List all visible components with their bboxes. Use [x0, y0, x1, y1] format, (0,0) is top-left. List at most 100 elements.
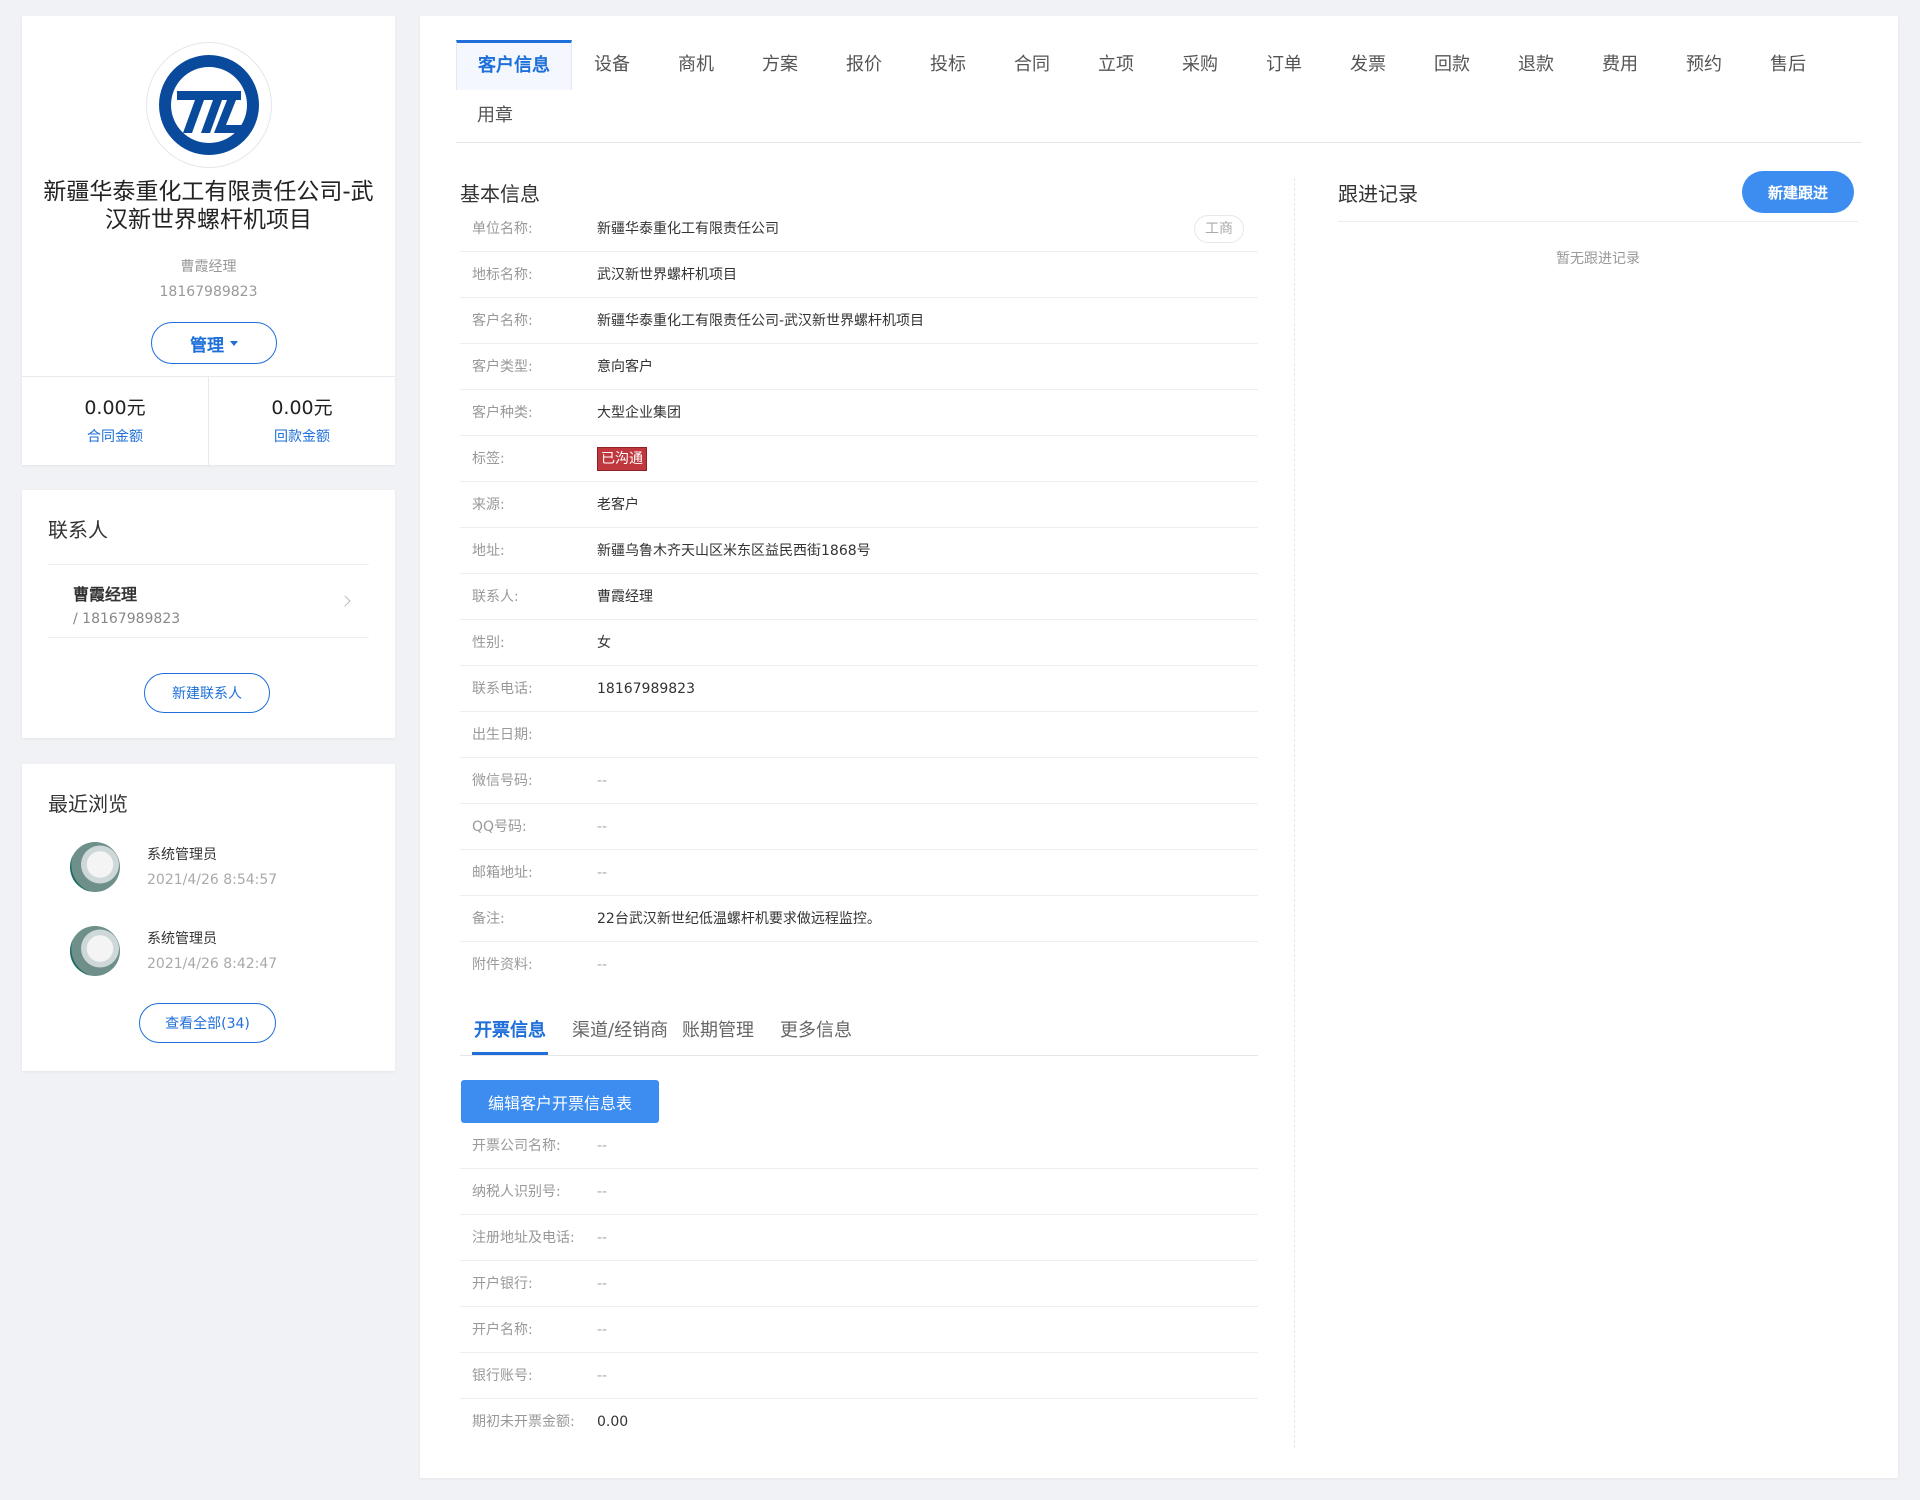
info-label: 单位名称:: [472, 221, 533, 237]
follow-up-title: 跟进记录: [1338, 182, 1418, 206]
info-value: 意向客户: [597, 359, 653, 375]
info-label: 备注:: [472, 911, 505, 927]
info-label: 联系电话:: [472, 681, 533, 697]
info-value: 大型企业集团: [597, 405, 681, 421]
tab-equipment[interactable]: 设备: [573, 40, 651, 90]
recent-user-name: 系统管理员: [147, 931, 217, 947]
follow-up-divider: [1338, 221, 1858, 222]
customer-profile-card: 新疆华泰重化工有限责任公司-武汉新世界螺杆机项目 曹霞经理 1816798982…: [22, 16, 395, 465]
info-row: 联系人: 曹霞经理: [460, 574, 1258, 620]
info-value: 老客户: [597, 497, 639, 513]
info-row: 单位名称: 新疆华泰重化工有限责任公司 工商: [460, 206, 1258, 252]
tab-bid[interactable]: 投标: [909, 40, 987, 90]
tab-expense[interactable]: 费用: [1581, 40, 1659, 90]
recent-title: 最近浏览: [48, 792, 128, 816]
info-label: 地址:: [472, 543, 505, 559]
info-row: 出生日期:: [460, 712, 1258, 758]
tab-payment[interactable]: 回款: [1413, 40, 1491, 90]
manage-dropdown-button[interactable]: 管理: [151, 322, 277, 364]
info-value: --: [597, 957, 608, 973]
tab-solution[interactable]: 方案: [741, 40, 819, 90]
info-row: 附件资料: --: [460, 942, 1258, 988]
subtab-channel-dealer[interactable]: 渠道/经销商: [572, 1010, 668, 1052]
info-label: 开户名称:: [472, 1322, 533, 1338]
info-row: 性别: 女: [460, 620, 1258, 666]
info-row: 纳税人识别号: --: [460, 1169, 1258, 1215]
avatar: [70, 842, 120, 892]
info-row: 开票公司名称: --: [460, 1123, 1258, 1169]
info-value: 18167989823: [597, 681, 695, 697]
business-registry-tag[interactable]: 工商: [1194, 215, 1244, 243]
info-row: 客户类型: 意向客户: [460, 344, 1258, 390]
payment-amount-label[interactable]: 回款金额: [209, 426, 395, 446]
caret-down-icon: [230, 340, 238, 346]
info-value: --: [597, 1322, 608, 1338]
amount-stats: 0.00元 合同金额 0.00元 回款金额: [22, 376, 395, 465]
info-label: 客户类型:: [472, 359, 533, 375]
info-row: 联系电话: 18167989823: [460, 666, 1258, 712]
contract-amount-label[interactable]: 合同金额: [22, 426, 208, 446]
recent-views-card: 最近浏览 系统管理员 2021/4/26 8:54:57 系统管理员 2021/…: [22, 764, 395, 1071]
tab-refund[interactable]: 退款: [1497, 40, 1575, 90]
info-row: 注册地址及电话: --: [460, 1215, 1258, 1261]
profile-contact-name: 曹霞经理: [180, 259, 237, 275]
subtab-billing-period[interactable]: 账期管理: [682, 1010, 754, 1052]
tab-customer-info[interactable]: 客户信息: [456, 40, 572, 90]
company-logo-icon: [159, 55, 259, 155]
payment-amount-value: 0.00元: [271, 397, 333, 419]
contact-item[interactable]: 曹霞经理 / 18167989823: [48, 564, 369, 638]
info-row: 微信号码: --: [460, 758, 1258, 804]
tab-seal[interactable]: 用章: [456, 91, 534, 141]
chevron-right-icon: [339, 595, 351, 607]
new-contact-button[interactable]: 新建联系人: [144, 673, 270, 713]
info-value: --: [597, 865, 608, 881]
recent-item[interactable]: 系统管理员 2021/4/26 8:42:47: [48, 924, 368, 984]
tab-appointment[interactable]: 预约: [1665, 40, 1743, 90]
info-label: 纳税人识别号:: [472, 1184, 561, 1200]
subtab-more-info[interactable]: 更多信息: [780, 1010, 852, 1052]
info-value: 新疆华泰重化工有限责任公司-武汉新世界螺杆机项目: [597, 313, 925, 329]
tab-project[interactable]: 立项: [1077, 40, 1155, 90]
tab-after-sales[interactable]: 售后: [1749, 40, 1827, 90]
tab-opportunity[interactable]: 商机: [657, 40, 735, 90]
recent-user-name: 系统管理员: [147, 847, 217, 863]
info-value-tag: 已沟通: [597, 436, 647, 482]
status-badge: 已沟通: [597, 447, 647, 471]
info-row: 银行账号: --: [460, 1353, 1258, 1399]
info-row: 备注: 22台武汉新世纪低温螺杆机要求做远程监控。: [460, 896, 1258, 942]
subtab-invoice-info[interactable]: 开票信息: [472, 1010, 548, 1055]
info-label: 邮箱地址:: [472, 865, 533, 881]
contact-name: 曹霞经理: [73, 585, 138, 604]
info-value: --: [597, 819, 608, 835]
basic-info-table: 单位名称: 新疆华泰重化工有限责任公司 工商 地标名称: 武汉新世界螺杆机项目 …: [460, 206, 1258, 988]
info-row: 来源: 老客户: [460, 482, 1258, 528]
info-label: 客户名称:: [472, 313, 533, 329]
info-value: --: [597, 1230, 608, 1246]
company-name: 新疆华泰重化工有限责任公司-武汉新世界螺杆机项目: [43, 179, 374, 233]
info-value: 新疆乌鲁木齐天山区米东区益民西街1868号: [597, 543, 871, 559]
edit-invoice-info-button[interactable]: 编辑客户开票信息表: [461, 1080, 659, 1123]
tab-purchase[interactable]: 采购: [1161, 40, 1239, 90]
tab-order[interactable]: 订单: [1245, 40, 1323, 90]
info-row: 地址: 新疆乌鲁木齐天山区米东区益民西街1868号: [460, 528, 1258, 574]
avatar: [70, 926, 120, 976]
tab-contract[interactable]: 合同: [993, 40, 1071, 90]
info-row: 开户银行: --: [460, 1261, 1258, 1307]
tab-invoice[interactable]: 发票: [1329, 40, 1407, 90]
recent-item[interactable]: 系统管理员 2021/4/26 8:54:57: [48, 840, 368, 900]
new-follow-up-button[interactable]: 新建跟进: [1742, 171, 1854, 213]
info-label: 微信号码:: [472, 773, 533, 789]
info-label: 期初未开票金额:: [472, 1414, 575, 1430]
contract-amount-value: 0.00元: [84, 397, 146, 419]
tab-quote[interactable]: 报价: [825, 40, 903, 90]
info-row: 开户名称: --: [460, 1307, 1258, 1353]
info-row: 客户名称: 新疆华泰重化工有限责任公司-武汉新世界螺杆机项目: [460, 298, 1258, 344]
view-all-button[interactable]: 查看全部(34): [139, 1003, 276, 1043]
info-row: 地标名称: 武汉新世界螺杆机项目: [460, 252, 1258, 298]
info-value: --: [597, 1138, 608, 1154]
column-divider: [1294, 178, 1295, 1448]
info-label: 出生日期:: [472, 727, 533, 743]
contacts-title: 联系人: [48, 518, 108, 542]
follow-up-empty-text: 暂无跟进记录: [1556, 251, 1640, 267]
info-value: --: [597, 1368, 608, 1384]
